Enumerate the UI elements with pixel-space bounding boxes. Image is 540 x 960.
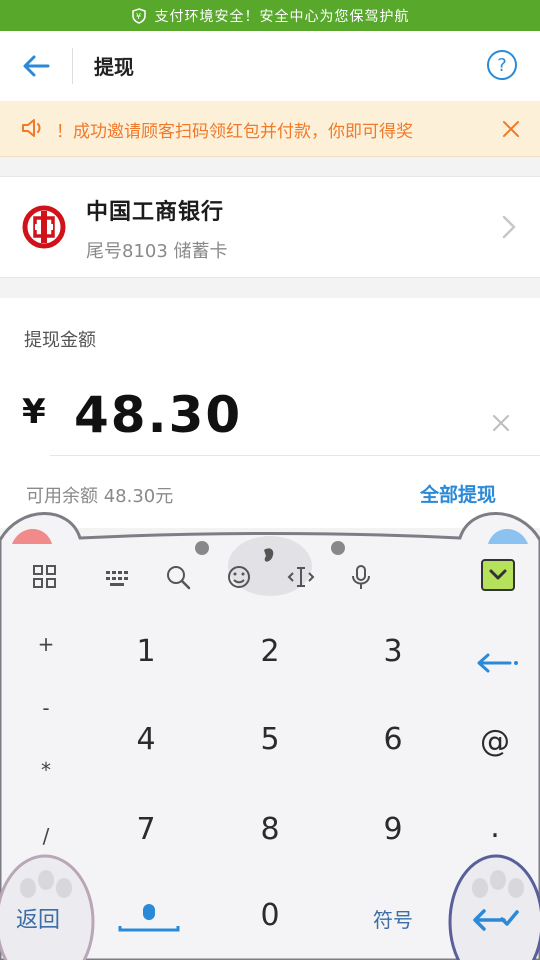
keyboard-icon[interactable] (102, 562, 132, 592)
search-icon[interactable] (163, 562, 193, 592)
backspace-icon[interactable] (472, 650, 520, 676)
currency-symbol: ¥ (22, 392, 46, 432)
header-divider (72, 48, 73, 84)
key-5[interactable]: 5 (225, 722, 315, 757)
amount-panel: 提现金额 ¥ 48.30 可用余额 48.30元 全部提现 (0, 298, 540, 528)
notice-bar: ！成功邀请顾客扫码领红包并付款，你即可得奖 (0, 101, 540, 157)
notice-text: ！成功邀请顾客扫码领红包并付款，你即可得奖 (56, 122, 413, 142)
clear-icon[interactable] (490, 412, 512, 434)
icbc-logo-icon (22, 205, 66, 249)
help-icon[interactable]: ? (486, 49, 518, 81)
collapse-keyboard-icon[interactable] (480, 558, 516, 592)
bank-card-subtitle: 尾号8103 储蓄卡 (86, 241, 228, 262)
key-multiply[interactable]: * (31, 758, 61, 782)
amount-input[interactable]: 48.30 (74, 386, 242, 444)
key-8[interactable]: 8 (225, 812, 315, 847)
amount-label: 提现金额 (24, 330, 96, 351)
emoji-icon[interactable] (224, 562, 254, 592)
keyboard-back-button[interactable]: 返回 (16, 902, 60, 934)
key-9[interactable]: 9 (348, 812, 438, 847)
key-divide[interactable]: / (31, 824, 61, 848)
close-icon[interactable] (500, 118, 522, 140)
text-cursor-icon[interactable] (286, 562, 316, 592)
svg-text:?: ? (497, 55, 507, 76)
withdraw-all-link[interactable]: 全部提现 (420, 480, 496, 507)
back-arrow-icon[interactable] (18, 51, 54, 81)
speaker-icon (20, 117, 46, 139)
bank-card-row[interactable]: 中国工商银行 尾号8103 储蓄卡 (0, 176, 540, 278)
microphone-icon[interactable] (346, 562, 376, 592)
key-plus[interactable]: + (31, 632, 61, 656)
key-2[interactable]: 2 (225, 634, 315, 669)
header: 提现 ? (0, 31, 540, 102)
security-banner-text: 支付环境安全！安全中心为您保驾护航 (154, 8, 410, 25)
chevron-right-icon (500, 214, 518, 240)
key-3[interactable]: 3 (348, 634, 438, 669)
keyboard: + - * / 1 2 3 4 5 6 7 8 9 @ . 返回 0 符号 (0, 510, 540, 960)
key-dot[interactable]: . (450, 810, 540, 845)
enter-icon[interactable] (470, 904, 520, 934)
amount-underline (50, 455, 540, 456)
key-0[interactable]: 0 (225, 898, 315, 933)
grid-icon[interactable] (30, 562, 60, 592)
key-6[interactable]: 6 (348, 722, 438, 757)
space-key[interactable] (118, 902, 180, 932)
security-banner: ¥ 支付环境安全！安全中心为您保驾护航 (0, 0, 540, 31)
symbols-key[interactable]: 符号 (373, 904, 413, 933)
key-7[interactable]: 7 (101, 812, 191, 847)
shield-icon: ¥ (131, 7, 147, 24)
key-4[interactable]: 4 (101, 722, 191, 757)
key-minus[interactable]: - (31, 696, 61, 720)
svg-text:¥: ¥ (135, 12, 141, 21)
available-balance: 可用余额 48.30元 (26, 486, 174, 507)
bank-name: 中国工商银行 (86, 200, 225, 225)
key-at[interactable]: @ (450, 724, 540, 759)
key-1[interactable]: 1 (101, 634, 191, 669)
page-title: 提现 (94, 55, 134, 79)
